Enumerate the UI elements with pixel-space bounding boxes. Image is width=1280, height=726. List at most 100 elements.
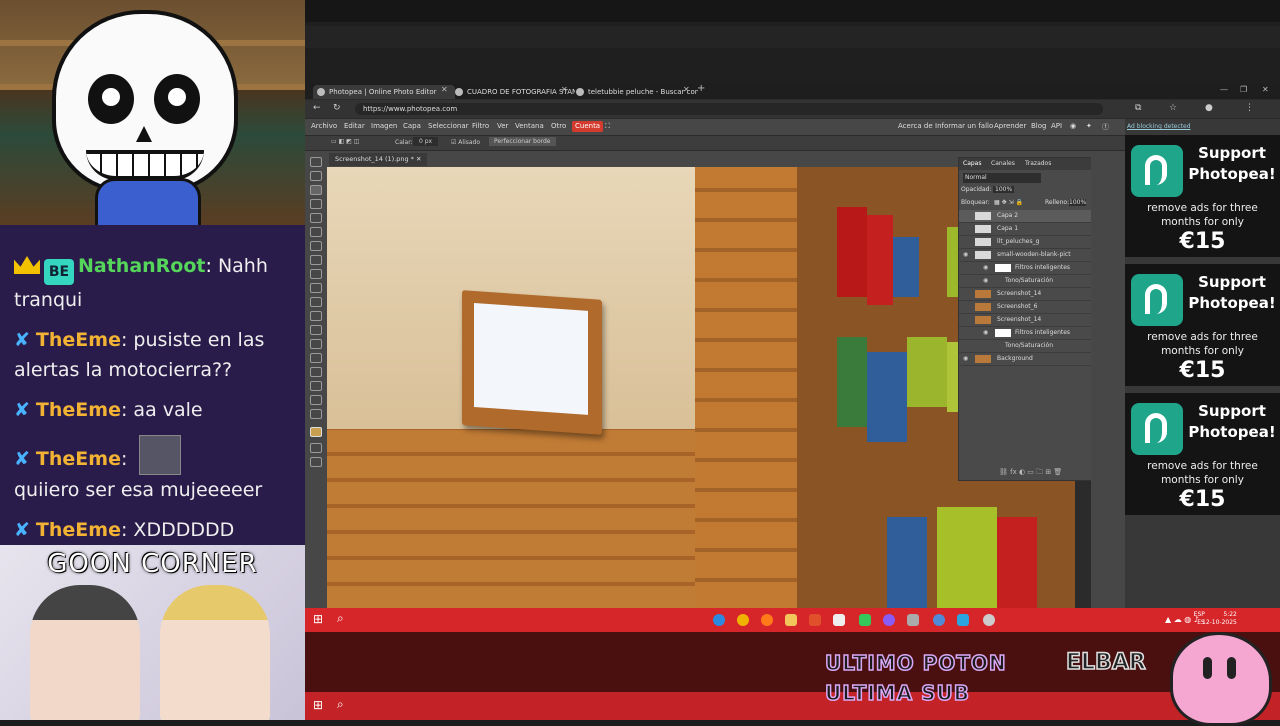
close-doc-icon[interactable]: ✕ (416, 155, 421, 163)
layer-row[interactable]: Screenshot_14 (959, 288, 1092, 301)
app-icon[interactable] (833, 614, 845, 626)
brush-icon[interactable] (310, 255, 322, 265)
opacity-input[interactable]: 100% (993, 186, 1015, 193)
move-tool-icon[interactable] (310, 157, 322, 167)
menu-seleccionar[interactable]: Seleccionar (428, 122, 469, 130)
firefox-icon[interactable] (761, 614, 773, 626)
foreground-color-swatch[interactable] (310, 427, 322, 437)
eyedropper-icon[interactable] (310, 227, 322, 237)
app-icon[interactable] (859, 614, 871, 626)
visibility-eye-icon[interactable]: ◉ (983, 327, 988, 339)
tab-capas[interactable]: Capas (963, 160, 981, 167)
menu-blog[interactable]: Blog (1031, 122, 1046, 130)
magic-wand-icon[interactable] (310, 199, 322, 209)
app-icon[interactable] (907, 614, 919, 626)
app-icon[interactable] (933, 614, 945, 626)
layer-row[interactable]: ◉ Background (959, 353, 1092, 366)
layer-footer-icons[interactable]: ⛓ fx ◐ ▭ 🗀 ⊞ 🗑 (999, 468, 1062, 479)
menu-icon[interactable]: ⋮ (1245, 103, 1254, 113)
document-tab[interactable]: Screenshot_14 (1).png * ✕ (329, 153, 428, 166)
app-icon[interactable] (809, 614, 821, 626)
close-tab-icon[interactable]: ✕ (561, 85, 568, 94)
support-ad-card[interactable]: Support Photopea! remove ads for three m… (1125, 135, 1280, 257)
close-tab-icon[interactable]: ✕ (441, 85, 448, 94)
close-tab-icon[interactable]: ✕ (683, 85, 690, 94)
tab-teletubbie[interactable]: teletubbie peluche - Buscar con G (572, 85, 698, 99)
extensions-icon[interactable]: ⧉ (1135, 103, 1141, 113)
account-button[interactable]: Cuenta (572, 121, 604, 132)
back-icon[interactable]: ← (313, 103, 321, 113)
close-window-icon[interactable]: ✕ (1262, 85, 1269, 94)
dodge-icon[interactable] (310, 325, 322, 335)
app-icon[interactable] (983, 614, 995, 626)
menu-acerca[interactable]: Acerca de (898, 122, 933, 130)
menu-otro[interactable]: Otro (551, 122, 566, 130)
bookmark-icon[interactable]: ☆ (1169, 103, 1177, 113)
menu-capa[interactable]: Capa (403, 122, 421, 130)
clone-stamp-icon[interactable] (310, 269, 322, 279)
support-ad-card[interactable]: Support Photopea! remove ads for three m… (1125, 393, 1280, 515)
app-icon[interactable] (883, 614, 895, 626)
visibility-eye-icon[interactable]: ◉ (983, 262, 988, 274)
adblock-notice[interactable]: Ad blocking detected (1125, 123, 1191, 130)
url-input[interactable]: https://www.photopea.com (355, 103, 1103, 115)
layer-row[interactable]: Capa 2 (959, 210, 1092, 223)
search-icon[interactable]: ⌕ (337, 611, 344, 626)
feather-input[interactable]: 0 px (413, 137, 439, 146)
shape-tool-icon[interactable] (310, 381, 322, 391)
layer-row[interactable]: ◉ Filtros inteligentes (959, 327, 1092, 340)
menu-editar[interactable]: Editar (344, 122, 365, 130)
menu-ventana[interactable]: Ventana (515, 122, 544, 130)
chrome-icon[interactable] (737, 614, 749, 626)
type-tool-icon[interactable] (310, 353, 322, 363)
new-tab-button[interactable]: + (697, 83, 705, 94)
menu-api[interactable]: API (1051, 122, 1062, 130)
layer-row[interactable]: Screenshot_6 (959, 301, 1092, 314)
explorer-icon[interactable] (785, 614, 797, 626)
menu-imagen[interactable]: Imagen (371, 122, 397, 130)
zoom-tool-icon[interactable] (310, 409, 322, 419)
healing-icon[interactable] (310, 241, 322, 251)
path-select-icon[interactable] (310, 367, 322, 377)
tab-cuadro[interactable]: CUADRO DE FOTOGRAFIA STAN (451, 85, 575, 99)
blur-icon[interactable] (310, 311, 322, 321)
hand-tool-icon[interactable] (310, 395, 322, 405)
blend-mode-select[interactable]: Normal (963, 173, 1041, 183)
menu-informar[interactable]: Informar un fallo (935, 122, 993, 130)
layer-row[interactable]: Capa 1 (959, 223, 1092, 236)
facebook-icon[interactable]: ⓕ (1102, 122, 1109, 132)
marquee-tool-icon[interactable] (310, 171, 322, 181)
minimize-icon[interactable]: — (1220, 85, 1228, 94)
layer-row[interactable]: ◉ Tono/Saturación (959, 275, 1092, 288)
tab-trazados[interactable]: Trazados (1025, 160, 1051, 167)
maximize-icon[interactable]: ❐ (1240, 85, 1247, 94)
menu-filtro[interactable]: Filtro (472, 122, 489, 130)
antialias-checkbox[interactable]: ☑ Alisado (451, 139, 480, 146)
menu-aprender[interactable]: Aprender (994, 122, 1026, 130)
layer-row[interactable]: llt_peluches_g (959, 236, 1092, 249)
selection-mode-icons[interactable]: ▭ ◧ ◩ ◫ (331, 138, 359, 145)
reload-icon[interactable]: ↻ (333, 103, 341, 113)
menu-ver[interactable]: Ver (497, 122, 508, 130)
visibility-eye-icon[interactable]: ◉ (963, 353, 968, 365)
layer-row[interactable]: ◉ Filtros inteligentes (959, 262, 1092, 275)
edge-icon[interactable] (713, 614, 725, 626)
fullscreen-icon[interactable]: ⛶ (605, 122, 610, 131)
gradient-icon[interactable] (310, 297, 322, 307)
refine-edge-button[interactable]: Perfeccionar borde (489, 137, 556, 146)
lasso-tool-icon[interactable] (310, 185, 322, 195)
layer-row[interactable]: Tono/Saturación (959, 340, 1092, 353)
visibility-eye-icon[interactable]: ◉ (983, 275, 988, 287)
eraser-icon[interactable] (310, 283, 322, 293)
reddit-icon[interactable]: ◉ (1070, 122, 1076, 130)
crop-tool-icon[interactable] (310, 213, 322, 223)
quick-mask-icon[interactable] (310, 443, 322, 453)
layer-row[interactable]: Screenshot_14 (959, 314, 1092, 327)
lock-icons[interactable]: ▦ ✥ ⇲ 🔒 (994, 199, 1023, 206)
twitter-icon[interactable]: ✦ (1086, 122, 1092, 130)
support-ad-card[interactable]: Support Photopea! remove ads for three m… (1125, 264, 1280, 386)
screen-mode-icon[interactable] (310, 457, 322, 467)
layer-row[interactable]: ◉ small-wooden-blank-pict (959, 249, 1092, 262)
fill-input[interactable]: 100% (1069, 199, 1087, 206)
menu-archivo[interactable]: Archivo (311, 122, 337, 130)
